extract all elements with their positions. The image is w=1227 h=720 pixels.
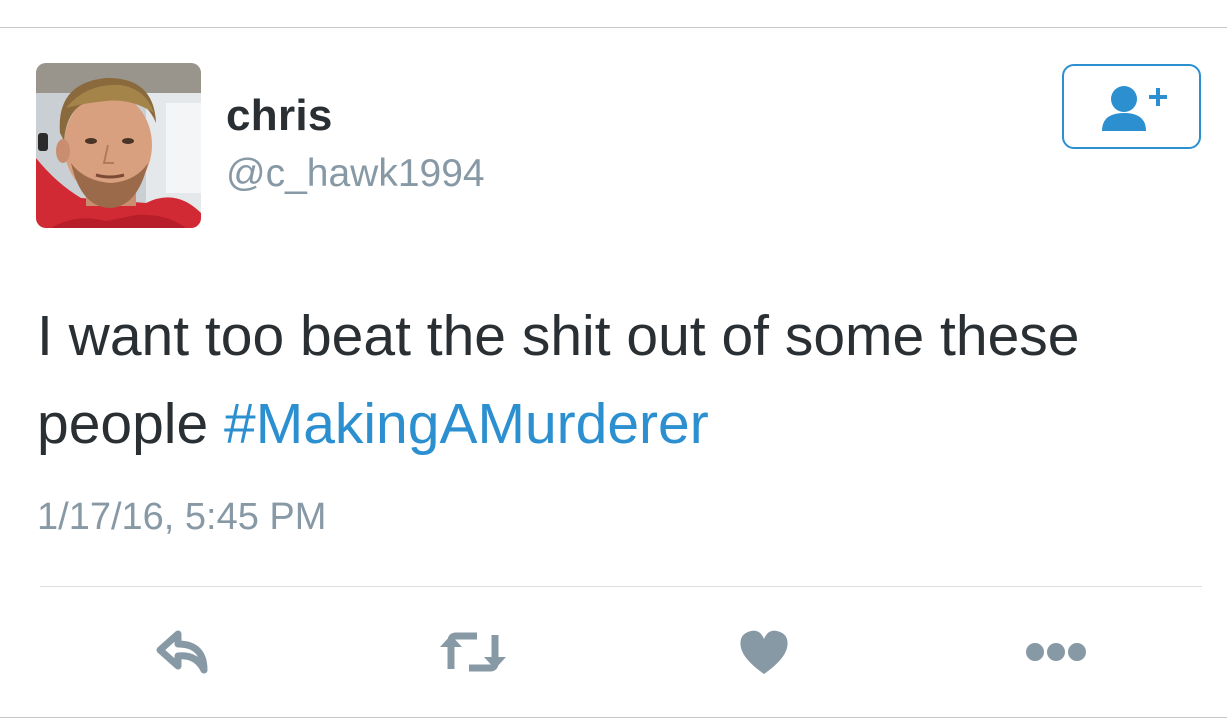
follow-button[interactable] [1062, 64, 1201, 149]
retweet-icon [440, 632, 506, 672]
timestamp[interactable]: 1/17/16, 5:45 PM [37, 498, 326, 536]
display-name[interactable]: chris [226, 94, 333, 138]
more-icon [1026, 643, 1086, 661]
action-divider [40, 586, 1202, 587]
tweet-text: I want too beat the shit out of some the… [37, 292, 1207, 468]
retweet-button[interactable] [437, 622, 509, 682]
avatar[interactable] [36, 63, 201, 228]
bottom-divider [0, 717, 1227, 718]
user-handle[interactable]: @c_hawk1994 [226, 154, 485, 193]
profile-photo [36, 63, 201, 228]
reply-icon [156, 630, 208, 674]
hashtag-link[interactable]: #MakingAMurderer [224, 392, 709, 456]
more-button[interactable] [1020, 622, 1092, 682]
heart-icon [740, 630, 788, 674]
add-user-icon [1101, 85, 1167, 131]
top-divider [0, 27, 1227, 28]
like-button[interactable] [728, 622, 800, 682]
reply-button[interactable] [148, 622, 220, 682]
